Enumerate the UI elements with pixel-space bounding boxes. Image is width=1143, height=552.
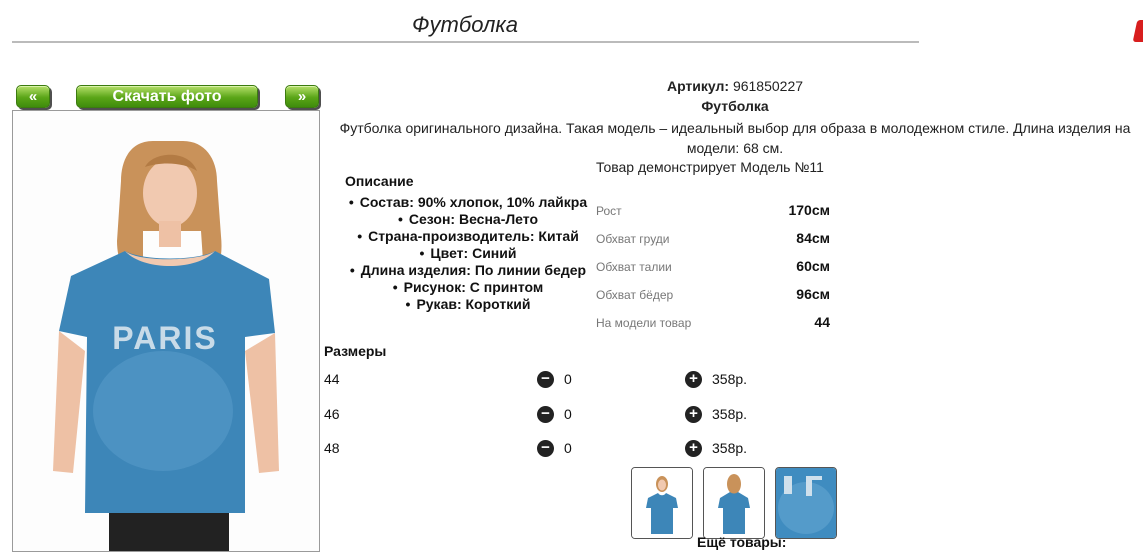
measurement-value: 170см bbox=[788, 202, 830, 218]
feature-sleeve: Рукав: Короткий bbox=[328, 296, 608, 313]
corner-logo-icon bbox=[1132, 20, 1143, 42]
measurement-value: 96см bbox=[796, 286, 830, 302]
minus-icon[interactable]: − bbox=[537, 440, 554, 457]
size-row: 44 − 0 + 358р. bbox=[324, 369, 784, 389]
shirt-print-text: PARIS bbox=[112, 320, 217, 356]
feature-season: Сезон: Весна-Лето bbox=[328, 211, 608, 228]
measurement-height: Рост 170см bbox=[596, 200, 832, 220]
title-divider bbox=[12, 41, 919, 43]
more-products-heading: Ещё товары: bbox=[697, 534, 787, 550]
plus-icon[interactable]: + bbox=[685, 406, 702, 423]
feature-length: Длина изделия: По линии бедер bbox=[328, 262, 608, 279]
product-photo: PARIS bbox=[12, 110, 320, 552]
size-price: 358р. bbox=[712, 406, 748, 422]
measurement-waist: Обхват талии 60см bbox=[596, 256, 832, 276]
plus-icon[interactable]: + bbox=[685, 371, 702, 388]
measurement-value: 44 bbox=[814, 314, 830, 330]
measurement-label: Рост bbox=[596, 204, 622, 218]
next-photo-button[interactable]: » bbox=[285, 85, 319, 108]
minus-icon[interactable]: − bbox=[537, 371, 554, 388]
product-description: Футболка оригинального дизайна. Такая мо… bbox=[339, 120, 1131, 156]
size-price: 358р. bbox=[712, 371, 748, 387]
features-list: Состав: 90% хлопок, 10% лайкра Сезон: Ве… bbox=[328, 194, 608, 313]
model-title: Товар демонстрирует Модель №11 bbox=[596, 159, 824, 175]
measurement-model-size: На модели товар 44 bbox=[596, 312, 832, 332]
measurement-value: 60см bbox=[796, 258, 830, 274]
article-line: Артикул: 961850227 bbox=[330, 78, 1140, 94]
size-row: 48 − 0 + 358р. bbox=[324, 438, 784, 458]
quantity-value: 0 bbox=[564, 406, 572, 422]
measurement-label: Обхват бёдер bbox=[596, 288, 674, 302]
feature-country: Страна-производитель: Китай bbox=[328, 228, 608, 245]
size-label: 46 bbox=[324, 406, 340, 422]
minus-icon[interactable]: − bbox=[537, 406, 554, 423]
measurement-label: Обхват талии bbox=[596, 260, 672, 274]
plus-icon[interactable]: + bbox=[685, 440, 702, 457]
article-label: Артикул: bbox=[666, 78, 730, 94]
measurement-value: 84см bbox=[796, 230, 830, 246]
feature-color: Цвет: Синий bbox=[328, 245, 608, 262]
size-label: 48 bbox=[324, 440, 340, 456]
previous-photo-button[interactable]: « bbox=[16, 85, 50, 108]
thumbnail-detail[interactable] bbox=[775, 467, 837, 539]
measurement-chest: Обхват груди 84см bbox=[596, 228, 832, 248]
thumbnail-back[interactable] bbox=[703, 467, 765, 539]
feature-composition: Состав: 90% хлопок, 10% лайкра bbox=[328, 194, 608, 211]
product-name: Футболка bbox=[701, 98, 769, 114]
size-label: 44 bbox=[324, 371, 340, 387]
measurement-hips: Обхват бёдер 96см bbox=[596, 284, 832, 304]
article-value: 961850227 bbox=[732, 78, 804, 94]
sizes-title: Размеры bbox=[324, 343, 387, 359]
thumbnail-front[interactable] bbox=[631, 467, 693, 539]
download-photo-button[interactable]: Скачать фото bbox=[76, 85, 258, 108]
feature-pattern: Рисунок: С принтом bbox=[328, 279, 608, 296]
size-price: 358р. bbox=[712, 440, 748, 456]
measurement-label: На модели товар bbox=[596, 316, 692, 330]
measurement-label: Обхват груди bbox=[596, 232, 670, 246]
quantity-value: 0 bbox=[564, 371, 572, 387]
description-title: Описание bbox=[345, 173, 414, 189]
quantity-value: 0 bbox=[564, 440, 572, 456]
size-row: 46 − 0 + 358р. bbox=[324, 404, 784, 424]
page-title: Футболка bbox=[412, 12, 518, 37]
